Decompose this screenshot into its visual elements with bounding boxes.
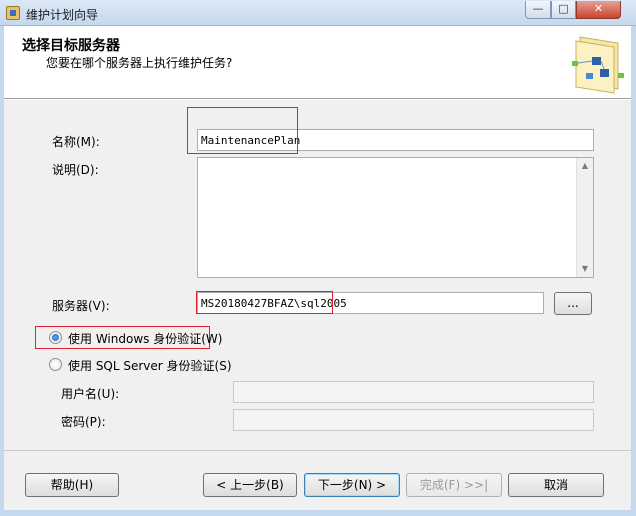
- next-button[interactable]: 下一步(N) >: [304, 473, 400, 497]
- sql-auth-radio[interactable]: [49, 358, 62, 371]
- description-scrollbar[interactable]: ▲ ▼: [576, 158, 593, 277]
- finish-button[interactable]: 完成(F) >>|: [406, 473, 502, 497]
- wizard-graphic-icon: [572, 36, 624, 94]
- close-button[interactable]: ✕: [576, 1, 621, 19]
- page-subtitle: 您要在哪个服务器上执行维护任务?: [46, 56, 233, 70]
- help-button[interactable]: 帮助(H): [25, 473, 119, 497]
- windows-auth-label[interactable]: 使用 Windows 身份验证(W): [68, 330, 222, 347]
- wizard-content: 名称(M): MaintenancePlan 说明(D): ▲ ▼ 服务器(V)…: [4, 100, 631, 450]
- scroll-up-arrow-icon[interactable]: ▲: [577, 158, 593, 174]
- windows-auth-radio[interactable]: [49, 331, 62, 344]
- password-input[interactable]: [233, 409, 594, 431]
- minimize-button[interactable]: —: [525, 1, 551, 19]
- description-input[interactable]: ▲ ▼: [197, 157, 594, 278]
- scroll-down-arrow-icon[interactable]: ▼: [577, 261, 593, 277]
- window-frame-bottom: [0, 510, 636, 516]
- server-label: 服务器(V):: [52, 299, 110, 313]
- username-label: 用户名(U):: [61, 387, 120, 401]
- name-label: 名称(M):: [52, 135, 100, 149]
- cancel-button[interactable]: 取消: [508, 473, 604, 497]
- browse-server-button[interactable]: ...: [554, 292, 592, 315]
- maximize-button[interactable]: □: [551, 1, 576, 19]
- wizard-header: 选择目标服务器 您要在哪个服务器上执行维护任务?: [4, 27, 631, 99]
- title-bar: 维护计划向导 — □ ✕: [0, 0, 636, 26]
- username-input[interactable]: [233, 381, 594, 403]
- description-label: 说明(D):: [52, 163, 99, 177]
- password-label: 密码(P):: [61, 415, 106, 429]
- wizard-app-icon: [6, 6, 20, 20]
- window-title: 维护计划向导: [26, 8, 99, 22]
- page-title: 选择目标服务器: [22, 38, 120, 54]
- name-highlight-box: [187, 107, 298, 154]
- back-button[interactable]: < 上一步(B): [203, 473, 297, 497]
- sql-auth-label[interactable]: 使用 SQL Server 身份验证(S): [68, 357, 232, 374]
- server-highlight-box: [196, 291, 333, 314]
- window-frame-right: [631, 26, 636, 516]
- wizard-footer: 帮助(H) < 上一步(B) 下一步(N) > 完成(F) >>| 取消: [4, 450, 631, 510]
